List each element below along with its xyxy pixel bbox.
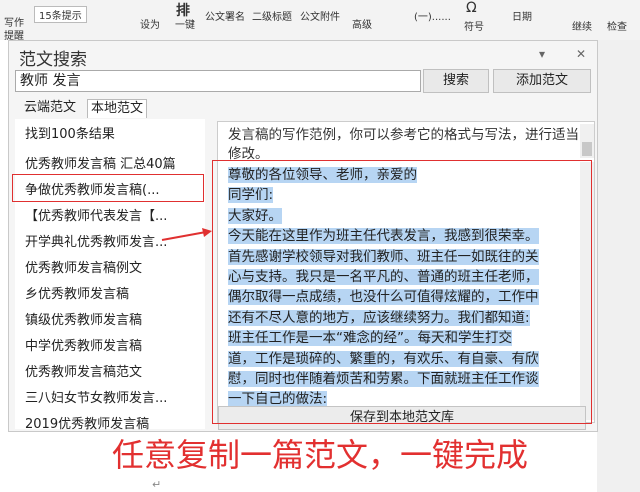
omega-icon[interactable]: Ω	[466, 0, 477, 16]
ribbon: 写作 15条提示 设为 排 一键 公文署名 二级标题 公文附件 高级 (一)..…	[0, 0, 640, 61]
selected-item-highlight	[12, 174, 204, 202]
document-margin	[597, 40, 640, 492]
add-template-button[interactable]: 添加范文	[493, 69, 591, 93]
list-item[interactable]: 三八妇女节女教师发言...	[25, 387, 167, 406]
ribbon-onekey[interactable]: 一键	[175, 16, 195, 31]
preview-highlight	[212, 160, 592, 424]
scrollbar-thumb[interactable]	[582, 142, 592, 156]
list-item[interactable]: 开学典礼优秀教师发言...	[25, 231, 167, 250]
ribbon-numbering[interactable]: (一)......	[414, 8, 451, 23]
ribbon-attachment[interactable]: 公文附件	[300, 8, 340, 23]
ribbon-setas[interactable]: 设为	[140, 16, 160, 31]
list-item[interactable]: 优秀教师发言稿例文	[25, 257, 142, 276]
caption: 任意复制一篇范文，一键完成	[111, 436, 528, 474]
result-list: 找到100条结果 优秀教师发言稿 汇总40篇 争做优秀教师发言稿(... 【优秀…	[15, 119, 205, 432]
ribbon-heading2[interactable]: 二级标题	[252, 8, 292, 23]
ribbon-signature[interactable]: 公文署名	[205, 8, 245, 23]
return-mark-icon: ↵	[152, 478, 162, 491]
list-item[interactable]: 镇级优秀教师发言稿	[25, 309, 142, 328]
tab-cloud[interactable]: 云端范文	[21, 99, 79, 117]
list-item[interactable]: 【优秀教师代表发言【...	[25, 205, 167, 224]
arrow-icon	[161, 228, 212, 241]
ribbon-continue[interactable]: 继续	[572, 18, 592, 33]
ribbon-tips-select[interactable]: 15条提示	[34, 6, 87, 23]
close-icon[interactable]: ✕	[576, 47, 586, 61]
search-input[interactable]: 教师 发言	[15, 70, 421, 92]
list-item[interactable]: 优秀教师发言稿范文	[25, 361, 142, 380]
ribbon-advanced[interactable]: 高级	[352, 16, 372, 31]
ribbon-date[interactable]: 日期	[512, 8, 532, 23]
list-item[interactable]: 中学优秀教师发言稿	[25, 335, 142, 354]
ribbon-check[interactable]: 检查	[607, 18, 627, 33]
list-item[interactable]: 乡优秀教师发言稿	[25, 283, 129, 302]
list-item[interactable]: 优秀教师发言稿 汇总40篇	[25, 153, 176, 172]
preview-intro: 发言稿的写作范例，你可以参考它的格式与写法，进行适当修改。	[228, 127, 579, 162]
tab-local[interactable]: 本地范文	[87, 99, 148, 118]
result-count: 找到100条结果	[25, 127, 115, 142]
ribbon-symbol[interactable]: 符号	[464, 18, 484, 33]
panel-menu-icon[interactable]: ▾	[539, 47, 545, 61]
search-button[interactable]: 搜索	[423, 69, 489, 93]
panel-title: 范文搜索	[19, 50, 87, 70]
intro-scrollbar[interactable]	[580, 124, 594, 158]
